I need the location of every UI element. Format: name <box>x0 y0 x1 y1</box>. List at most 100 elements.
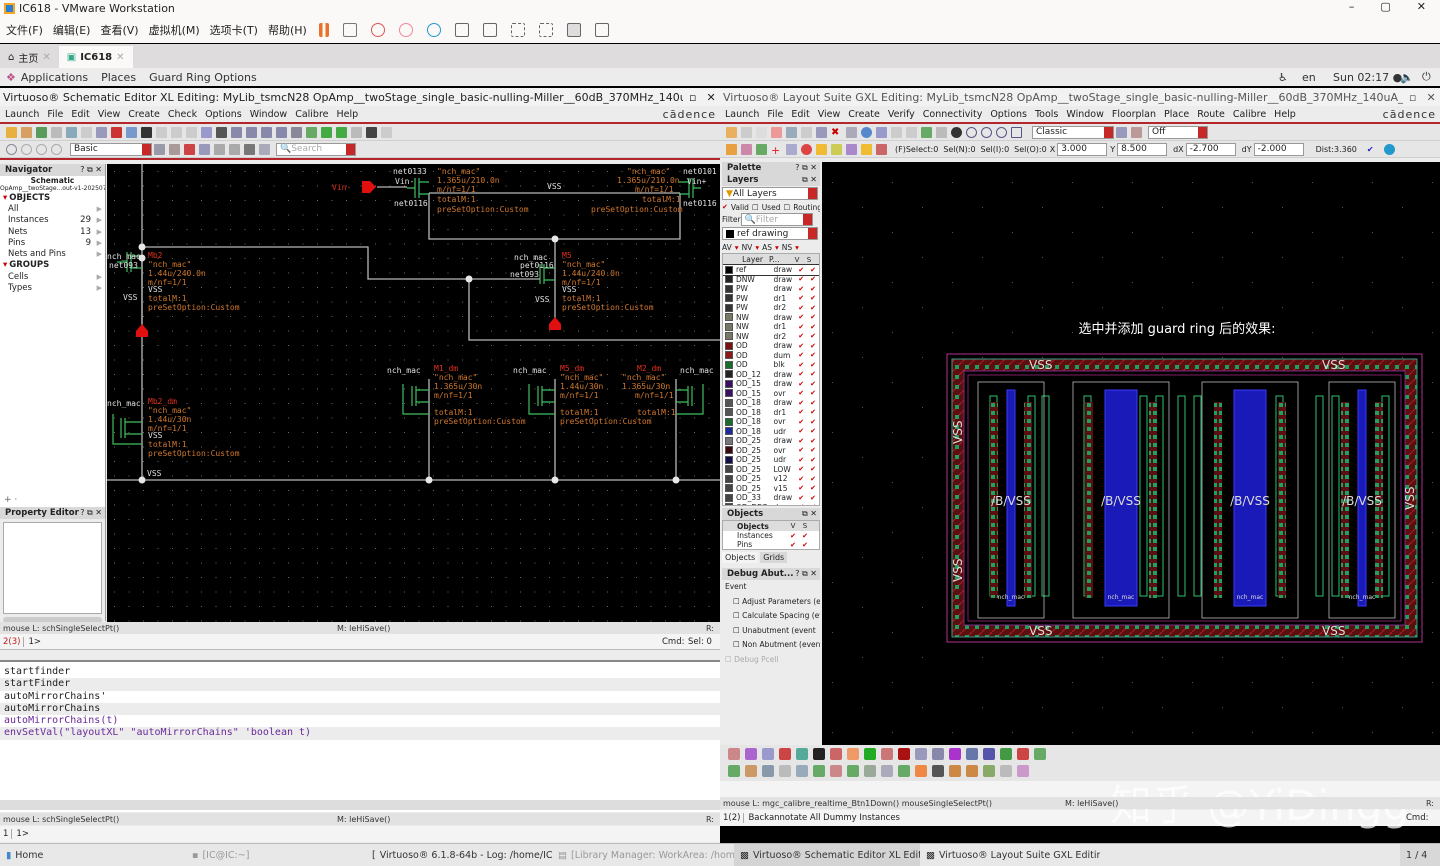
device-nch-mac[interactable]: /B/VSSnch_mac <box>1202 382 1298 618</box>
close-icon[interactable]: ✕ <box>42 52 50 63</box>
visible-checkbox[interactable]: ✔ <box>795 456 807 464</box>
none-visible-button[interactable]: NV <box>742 243 753 252</box>
expand-icon[interactable]: + · <box>4 495 17 505</box>
visible-checkbox[interactable]: ✔ <box>795 494 807 502</box>
layers-icon[interactable] <box>1000 765 1012 777</box>
split-icon[interactable] <box>966 765 978 777</box>
inst-name-m1-dm[interactable]: M1_dm <box>434 364 458 373</box>
distribute-icon[interactable] <box>231 127 242 138</box>
copy-icon[interactable] <box>81 127 92 138</box>
tab-grids[interactable]: Grids <box>760 552 787 563</box>
clock[interactable]: Sun 02:17 ● <box>1333 71 1402 84</box>
move-icon[interactable] <box>66 127 77 138</box>
menu-options[interactable]: Options <box>205 109 242 120</box>
redo-icon[interactable] <box>771 127 782 138</box>
visible-checkbox[interactable]: ✔ <box>795 408 807 416</box>
layer-row[interactable]: OD_12draw✔✔ <box>723 370 819 380</box>
ladder-icon[interactable] <box>881 748 893 760</box>
visible-checkbox[interactable]: ✔ <box>787 532 799 540</box>
visible-checkbox[interactable]: ✔ <box>795 370 807 378</box>
selectable-checkbox[interactable]: ✔ <box>807 332 819 340</box>
crosshair-icon[interactable]: + <box>771 144 782 155</box>
tab-home[interactable]: ⌂主页✕ <box>0 46 59 68</box>
inst-name-m2-dm[interactable]: M2_dm <box>637 364 661 373</box>
menu-calibre[interactable]: Calibre <box>295 109 328 120</box>
selectable-checkbox[interactable]: ✔ <box>807 323 819 331</box>
wire-icon[interactable] <box>915 748 927 760</box>
panel-controls-icon[interactable]: ? ⧉ ✕ <box>795 569 817 579</box>
panel-controls-icon[interactable]: ⧉ ✕ <box>802 509 817 519</box>
workspace-select[interactable]: Basic <box>70 143 152 156</box>
task-layout-suite[interactable]: ▩Virtuoso® Layout Suite GXL Editing: ... <box>920 844 1100 866</box>
layer-row[interactable]: PWdr1✔✔ <box>723 294 819 304</box>
selectable-checkbox[interactable]: ✔ <box>807 446 819 454</box>
dx-value[interactable]: -2.700 <box>1186 143 1236 156</box>
layer-row[interactable]: ODdum✔✔ <box>723 351 819 361</box>
applications-menu[interactable]: Applications <box>21 71 88 84</box>
ruler-icon[interactable] <box>351 127 362 138</box>
nav-item-cells[interactable]: Cells▶ <box>0 271 105 282</box>
menu-window[interactable]: Window <box>1066 109 1103 120</box>
save-icon[interactable] <box>741 127 752 138</box>
delete-icon[interactable] <box>111 127 122 138</box>
zoom-area-icon[interactable] <box>1011 127 1022 138</box>
app-menu[interactable]: Guard Ring Options <box>149 71 257 84</box>
options-icon[interactable] <box>1384 144 1395 155</box>
menu-view[interactable]: View <box>98 109 121 120</box>
selectable-checkbox[interactable]: ✔ <box>807 475 819 483</box>
search-icon[interactable] <box>786 144 797 155</box>
close-icon[interactable]: ✕ <box>116 52 124 63</box>
snapshot-icon[interactable] <box>371 23 385 37</box>
pointer-plus-icon[interactable] <box>229 144 240 155</box>
zoom-out-icon[interactable] <box>261 127 272 138</box>
menu-edit[interactable]: Edit <box>791 109 809 120</box>
nav-item-pins[interactable]: Pins9▶ <box>0 237 105 248</box>
debug-event-checkbox[interactable]: ☐ Unabutment (event <box>725 624 820 639</box>
nav-item-nets[interactable]: Nets13▶ <box>0 226 105 237</box>
selectable-checkbox[interactable]: ✔ <box>807 503 819 506</box>
box-icon[interactable] <box>983 748 995 760</box>
open-icon[interactable] <box>21 127 32 138</box>
visible-checkbox[interactable]: ✔ <box>795 389 807 397</box>
heart-icon[interactable] <box>847 765 859 777</box>
layer-row[interactable]: ODdraw✔✔ <box>723 341 819 351</box>
check-icon[interactable] <box>830 765 842 777</box>
current-layer-select[interactable]: ref drawing <box>722 227 818 240</box>
delete-icon[interactable]: ✖ <box>831 127 842 138</box>
stretch-icon[interactable] <box>96 127 107 138</box>
visible-checkbox[interactable]: ✔ <box>795 332 807 340</box>
debug-event-checkbox[interactable]: ☐ Calculate Spacing (event <box>725 609 820 624</box>
visible-checkbox[interactable]: ✔ <box>795 294 807 302</box>
undo-icon[interactable] <box>156 127 167 138</box>
mail-icon[interactable] <box>796 765 808 777</box>
maximize-button[interactable]: ▢ <box>1380 0 1390 13</box>
menu-file[interactable]: File <box>47 109 63 120</box>
zoom-fit-icon[interactable] <box>996 127 1007 138</box>
selectable-checkbox[interactable]: ✔ <box>807 285 819 293</box>
layer-row[interactable]: PWdraw✔✔ <box>723 284 819 294</box>
volume-icon[interactable]: 🔈 <box>1400 71 1414 84</box>
text-select-icon[interactable] <box>244 144 255 155</box>
selectable-checkbox[interactable]: ✔ <box>807 465 819 473</box>
nav-item-instances[interactable]: Instances29▶ <box>0 215 105 226</box>
zoom-in-icon[interactable] <box>966 127 977 138</box>
layer-row[interactable]: OD_25udr✔✔ <box>723 455 819 465</box>
send-keys-icon[interactable] <box>343 23 357 37</box>
cross-icon[interactable] <box>813 748 825 760</box>
console-icon[interactable] <box>567 23 581 37</box>
edit-icon[interactable] <box>1000 748 1012 760</box>
check-icon[interactable]: ✔ <box>1367 145 1374 154</box>
column-header-purpose[interactable]: P... <box>769 255 791 264</box>
minimize-button[interactable]: ▫ <box>689 91 696 104</box>
tile-icon[interactable] <box>1034 748 1046 760</box>
visible-checkbox[interactable]: ✔ <box>795 323 807 331</box>
select-area-icon[interactable] <box>199 144 210 155</box>
pin-icon[interactable] <box>201 127 212 138</box>
panel-controls-icon[interactable]: ? ⧉ ✕ <box>80 508 102 518</box>
layer-row[interactable]: OD_18udr✔✔ <box>723 427 819 437</box>
layer-row[interactable]: NWdr2✔✔ <box>723 332 819 342</box>
inst-name-mb2-dm[interactable]: Mb2_dm <box>148 397 177 406</box>
layer-row[interactable]: OD_15draw✔✔ <box>723 379 819 389</box>
workspace-load-icon[interactable] <box>169 144 180 155</box>
selectable-checkbox[interactable]: ✔ <box>807 370 819 378</box>
